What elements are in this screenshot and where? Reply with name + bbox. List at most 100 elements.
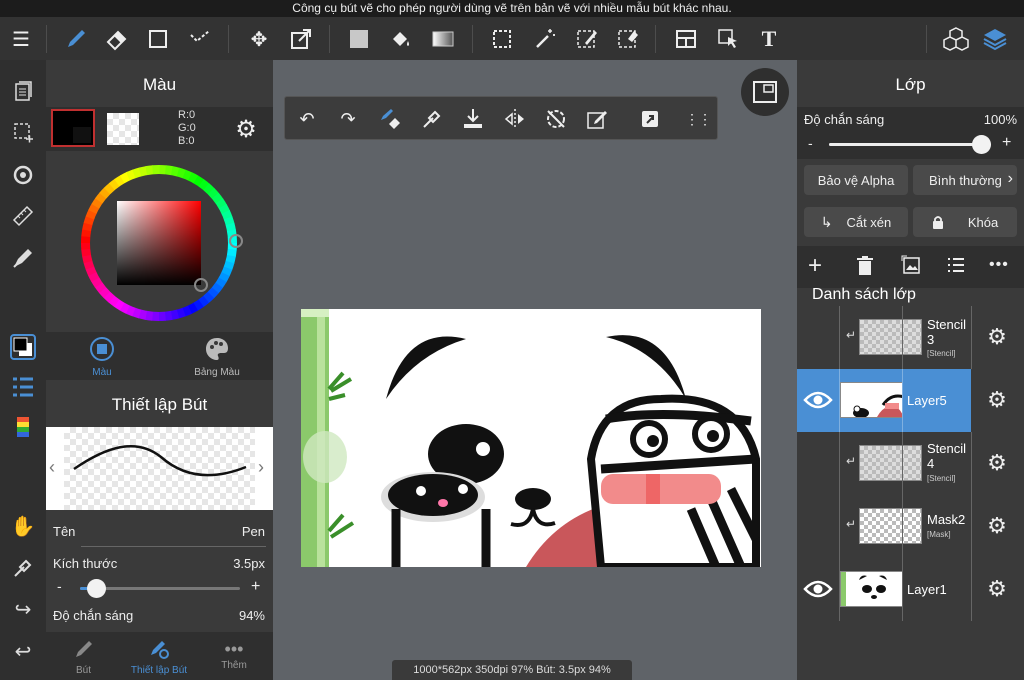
eraser-tool-icon[interactable] — [101, 23, 133, 55]
brush-tool-icon[interactable] — [60, 23, 92, 55]
brush-eraser-toggle-icon[interactable] — [374, 103, 406, 135]
add-layer-icon[interactable]: + — [808, 254, 822, 278]
size-decrease-button[interactable]: - — [57, 578, 62, 594]
layer-thumbnail — [859, 508, 922, 544]
tab-brush-settings[interactable]: Thiết lập Bút — [122, 638, 196, 676]
snap-icon[interactable] — [7, 242, 39, 274]
status-bar: 1000*562px 350dpi 97% Bút: 3.5px 94% — [392, 660, 632, 680]
bucket-tool-icon[interactable] — [385, 23, 417, 55]
tab-more[interactable]: ••• Thêm — [209, 638, 259, 671]
main-color-swatch[interactable] — [51, 109, 95, 147]
tab-brush-settings-label: Thiết lập Bút — [130, 665, 188, 676]
undo-arrow-icon[interactable]: ↶ — [291, 103, 323, 135]
layer-opacity-knob[interactable] — [972, 135, 991, 154]
next-brush-chevron-icon[interactable]: › — [258, 457, 264, 478]
color-wheel[interactable] — [71, 155, 247, 331]
share-icon[interactable] — [634, 103, 666, 135]
rotate-canvas-icon[interactable] — [7, 159, 39, 191]
brush-name-value[interactable]: Pen — [236, 524, 265, 539]
fill-color-icon[interactable] — [343, 23, 375, 55]
select-eraser-icon[interactable] — [612, 23, 644, 55]
visibility-eye-icon[interactable] — [803, 390, 833, 410]
edit-layer-icon[interactable] — [581, 103, 613, 135]
drawing-canvas[interactable] — [301, 309, 761, 567]
prev-brush-chevron-icon[interactable]: ‹ — [49, 457, 55, 478]
import-image-icon[interactable] — [901, 255, 921, 275]
drag-handle-icon[interactable]: ⋮⋮ — [682, 103, 714, 135]
menu-icon[interactable]: ☰ — [5, 23, 37, 55]
layer-settings-gear-icon[interactable]: ⚙ — [984, 450, 1010, 476]
brush-preview[interactable]: ‹ › — [46, 427, 273, 510]
transform-tool-icon[interactable] — [285, 23, 317, 55]
move-tool-icon[interactable]: ✥ — [243, 23, 275, 55]
layer-name: Mask2 — [927, 512, 966, 527]
layer-opacity-increase[interactable]: + — [1002, 134, 1011, 152]
layer-row-layer1[interactable]: Layer1 ⚙ — [797, 558, 1024, 621]
delete-layer-icon[interactable] — [856, 256, 874, 276]
gradient-tool-icon[interactable] — [427, 23, 459, 55]
select-cursor-icon[interactable] — [712, 23, 744, 55]
brush-size-slider[interactable] — [80, 579, 240, 598]
frame-tool-icon[interactable] — [670, 23, 702, 55]
visibility-eye-icon[interactable] — [803, 579, 833, 599]
blend-mode-button[interactable]: Bình thường › — [913, 165, 1017, 195]
redo-icon[interactable]: ↪ — [7, 593, 39, 625]
layer-opacity-value: 100% — [983, 112, 1017, 127]
eyedropper-sub-icon[interactable] — [416, 103, 448, 135]
color-swatch-icon[interactable] — [7, 331, 39, 363]
layer-row-mask2[interactable]: ↵ Mask2 [Mask] ⚙ — [797, 495, 1024, 558]
layer-settings-gear-icon[interactable]: ⚙ — [984, 387, 1010, 413]
reset-rotation-icon[interactable] — [540, 103, 572, 135]
select-pen-icon[interactable] — [571, 23, 603, 55]
size-increase-button[interactable]: + — [251, 578, 260, 596]
flip-horizontal-icon[interactable] — [499, 103, 531, 135]
layer-opacity-section: Độ chắn sáng 100% - + — [797, 107, 1024, 159]
tab-color[interactable]: Màu — [73, 336, 131, 378]
layer-row-stencil3[interactable]: ↵ Stencil 3 [Stencil] ⚙ — [797, 306, 1024, 369]
brush-icon — [75, 641, 92, 657]
color-panel-title: Màu — [142, 75, 177, 94]
correction-tool-icon[interactable] — [184, 23, 216, 55]
layers-icon[interactable] — [979, 23, 1011, 55]
undo-icon[interactable]: ↩ — [7, 635, 39, 667]
materials-icon[interactable] — [940, 23, 972, 55]
layer-type: [Mask] — [927, 530, 951, 539]
save-download-icon[interactable] — [457, 103, 489, 135]
navigator-button[interactable] — [741, 68, 789, 116]
layer-thumbnail — [840, 571, 903, 607]
lock-button[interactable]: Khóa — [913, 207, 1017, 237]
layer-thumbnail — [840, 382, 903, 418]
tab-palette[interactable]: Bảng Màu — [186, 336, 248, 378]
layer-list-icon[interactable] — [947, 257, 965, 273]
shape-tool-icon[interactable] — [142, 23, 174, 55]
layer-row-layer5[interactable]: Layer5 ⚙ — [797, 369, 1024, 432]
layer-opacity-slider[interactable] — [829, 135, 991, 154]
layer-opacity-decrease[interactable]: - — [808, 135, 813, 151]
color-settings-gear-icon[interactable]: ⚙ — [232, 115, 260, 143]
select-rect-icon[interactable] — [486, 23, 518, 55]
layer-name-line: 4 — [927, 456, 935, 471]
layer-settings-gear-icon[interactable]: ⚙ — [984, 576, 1010, 602]
hand-tool-icon[interactable]: ✋ — [7, 510, 39, 542]
brush-list-icon[interactable] — [7, 371, 39, 403]
more-options-icon[interactable]: ••• — [989, 256, 1009, 274]
brush-size-knob[interactable] — [87, 579, 106, 598]
text-tool-icon[interactable]: T — [753, 23, 785, 55]
sub-color-swatch[interactable] — [107, 113, 139, 145]
clipping-button[interactable]: ↳ Cắt xén — [804, 207, 908, 237]
layer-row-stencil4[interactable]: ↵ Stencil 4 [Stencil] ⚙ — [797, 432, 1024, 495]
clip-indicator-icon: ↵ — [846, 517, 857, 531]
tab-brush[interactable]: Bút — [56, 638, 111, 676]
selection-icon[interactable] — [7, 116, 39, 148]
color-palette-bar-icon[interactable] — [7, 412, 39, 444]
magic-wand-icon[interactable] — [529, 23, 561, 55]
eyedropper-icon[interactable] — [7, 552, 39, 584]
redo-arrow-icon[interactable]: ↷ — [332, 103, 364, 135]
rgb-r: R:0 — [178, 109, 196, 121]
layer-settings-gear-icon[interactable]: ⚙ — [984, 513, 1010, 539]
chevron-right-icon: › — [1007, 170, 1013, 187]
layer-settings-gear-icon[interactable]: ⚙ — [984, 324, 1010, 350]
pages-icon[interactable] — [7, 75, 39, 107]
alpha-protect-button[interactable]: Bảo vệ Alpha — [804, 165, 908, 195]
ruler-icon[interactable] — [7, 200, 39, 232]
